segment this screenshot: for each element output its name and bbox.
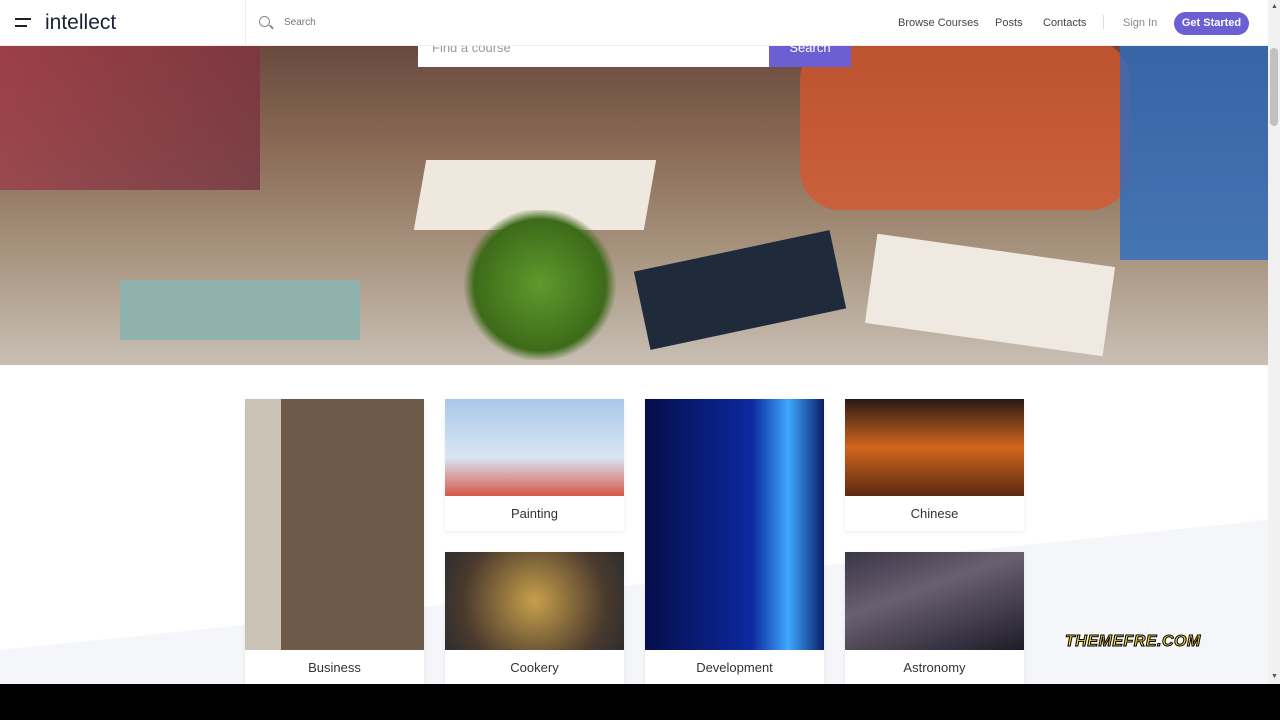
- card-label: Business: [308, 660, 361, 675]
- divider: [245, 0, 246, 46]
- card-label: Astronomy: [903, 660, 966, 675]
- chinese-image: [845, 399, 1024, 496]
- card-label: Development: [696, 660, 773, 675]
- background-wave: [0, 520, 1268, 684]
- divider: [1103, 15, 1104, 29]
- scrollbar-thumb[interactable]: [1270, 48, 1278, 126]
- business-image: [245, 399, 424, 650]
- nav-posts[interactable]: Posts: [995, 17, 1023, 29]
- search-icon: [259, 16, 270, 27]
- nav-contacts[interactable]: Contacts: [1043, 17, 1086, 29]
- hamburger-menu-icon[interactable]: [15, 18, 31, 32]
- search-input[interactable]: [284, 17, 584, 28]
- watermark: THEMEFRE.COM: [1065, 633, 1201, 651]
- get-started-button[interactable]: Get Started: [1174, 12, 1249, 35]
- card-label: Painting: [511, 506, 558, 521]
- sign-in-link[interactable]: Sign In: [1123, 17, 1157, 29]
- page: Find a course Search intellect Browse Co…: [0, 0, 1268, 684]
- category-card-chinese[interactable]: Chinese: [845, 399, 1024, 531]
- painting-image: [445, 399, 624, 496]
- nav-browse-courses[interactable]: Browse Courses: [898, 17, 979, 29]
- astronomy-image: [845, 552, 1024, 650]
- category-card-astronomy[interactable]: Astronomy: [845, 552, 1024, 684]
- scrollbar[interactable]: ▲ ▼: [1268, 0, 1280, 684]
- category-card-cookery[interactable]: Cookery: [445, 552, 624, 684]
- top-nav: intellect Browse Courses Posts Contacts …: [0, 0, 1268, 46]
- card-label: Chinese: [910, 506, 959, 521]
- cookery-image: [445, 552, 624, 650]
- logo[interactable]: intellect: [45, 11, 116, 35]
- card-label: Cookery: [510, 660, 559, 675]
- category-card-painting[interactable]: Painting: [445, 399, 624, 531]
- category-card-business[interactable]: Business: [245, 399, 424, 684]
- scroll-up-icon[interactable]: ▲: [1271, 3, 1278, 10]
- scroll-down-icon[interactable]: ▼: [1271, 673, 1278, 680]
- hero-image: Find a course Search: [0, 0, 1268, 365]
- development-image: [645, 399, 824, 650]
- category-card-development[interactable]: Development: [645, 399, 824, 684]
